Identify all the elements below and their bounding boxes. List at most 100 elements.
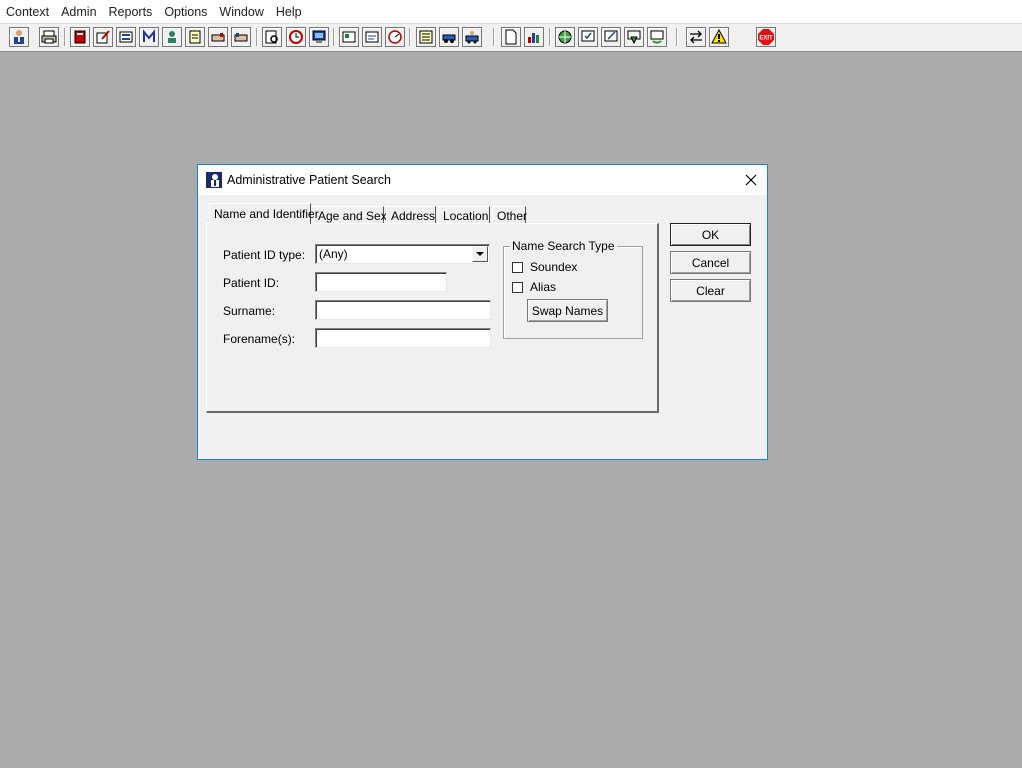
exit-icon: EXIT <box>758 29 774 45</box>
menu-admin[interactable]: Admin <box>55 0 102 23</box>
toolbar-m-button[interactable] <box>139 27 159 47</box>
menu-help[interactable]: Help <box>270 0 308 23</box>
toolbar-list-button[interactable] <box>416 27 436 47</box>
menu-reports[interactable]: Reports <box>103 0 159 23</box>
alias-label: Alias <box>530 280 557 294</box>
bar-chart-icon <box>528 33 539 43</box>
surname-input[interactable] <box>315 300 491 320</box>
toolbar-globe-button[interactable] <box>555 27 575 47</box>
toolbar-book-button[interactable] <box>70 27 90 47</box>
toolbar-car-person-button[interactable] <box>462 27 482 47</box>
toolbar-edit-button[interactable] <box>93 27 113 47</box>
card-icon <box>342 31 356 43</box>
toolbar-page-button[interactable] <box>501 27 521 47</box>
toolbar-hand-point-button[interactable] <box>231 27 251 47</box>
refresh-green-icon <box>650 30 664 44</box>
toolbar-refresh-button[interactable] <box>647 27 667 47</box>
cancel-button[interactable]: Cancel <box>670 251 751 274</box>
toolbar-exit-button[interactable]: EXIT <box>756 27 776 47</box>
soundex-label: Soundex <box>530 260 578 274</box>
toolbar-search-doc-button[interactable] <box>262 27 282 47</box>
warning-icon <box>711 29 727 44</box>
chevron-down-icon <box>476 251 484 256</box>
tab-name-and-identifier[interactable]: Name and Identifier <box>209 203 319 224</box>
soundex-checkbox[interactable] <box>512 261 523 273</box>
user-icon <box>14 30 24 44</box>
forename-label: Forename(s): <box>223 332 296 346</box>
menu-bar: Context Admin Reports Options Window Hel… <box>0 0 1022 23</box>
alias-option[interactable]: Alias <box>512 280 556 294</box>
patient-id-type-dropdown-button[interactable] <box>472 246 488 262</box>
clock-icon <box>289 30 303 44</box>
patient-id-type-label: Patient ID type: <box>223 248 306 262</box>
swap-names-button[interactable]: Swap Names <box>527 299 608 322</box>
tab-location[interactable]: Location <box>438 206 490 224</box>
menu-context[interactable]: Context <box>0 0 55 23</box>
search-doc-icon <box>265 30 278 44</box>
alias-checkbox[interactable] <box>512 281 523 293</box>
car-person-icon <box>465 31 479 44</box>
tab-address[interactable]: Address <box>386 206 436 224</box>
patient-id-label: Patient ID: <box>223 276 280 290</box>
toolbar-card-edit-button[interactable] <box>362 27 382 47</box>
toolbar-clock-button[interactable] <box>286 27 306 47</box>
soundex-option[interactable]: Soundex <box>512 260 577 274</box>
toolbar-hand-button[interactable] <box>208 27 228 47</box>
car-icon <box>442 34 456 43</box>
letter-m-icon <box>143 29 155 42</box>
toolbar-print-button[interactable] <box>39 27 59 47</box>
toolbar: EXIT <box>0 23 1022 52</box>
tab-other[interactable]: Other <box>492 206 527 224</box>
toolbar-form-check-button[interactable] <box>578 27 598 47</box>
card-edit-icon <box>365 31 379 43</box>
toolbar-chart-button[interactable] <box>524 27 544 47</box>
edit-icon <box>96 30 110 44</box>
clear-button[interactable]: Clear <box>670 279 751 302</box>
toolbar-down-arrow-button[interactable] <box>624 27 644 47</box>
list-icon <box>419 30 433 44</box>
tab-age-and-sex[interactable]: Age and Sex <box>313 206 387 224</box>
close-button[interactable] <box>735 165 767 195</box>
tab-panel-name-and-identifier: Patient ID type: (Any) Patient ID: Surna… <box>206 223 659 413</box>
app-icon <box>206 172 222 188</box>
toolbar-warning-button[interactable] <box>709 27 729 47</box>
toolbar-document-button[interactable] <box>116 27 136 47</box>
gauge-icon <box>388 30 402 44</box>
toolbar-person-button[interactable] <box>162 27 182 47</box>
hand-point-icon <box>234 33 248 42</box>
toolbar-form-edit-button[interactable] <box>601 27 621 47</box>
document-icon <box>119 31 133 43</box>
monitor-icon <box>312 30 326 43</box>
hand-icon <box>211 33 225 42</box>
down-arrow-green-icon <box>627 30 641 45</box>
toolbar-monitor-button[interactable] <box>309 27 329 47</box>
surname-label: Surname: <box>223 304 276 318</box>
menu-window[interactable]: Window <box>213 0 269 23</box>
menu-options[interactable]: Options <box>158 0 213 23</box>
patient-id-type-select[interactable]: (Any) <box>315 244 490 264</box>
printer-icon <box>41 30 57 44</box>
dialog-titlebar: Administrative Patient Search <box>198 165 767 195</box>
swap-icon <box>690 30 702 44</box>
person-icon <box>168 31 176 43</box>
form-edit-icon <box>604 30 618 42</box>
globe-icon <box>558 30 572 44</box>
toolbar-notes-button[interactable] <box>185 27 205 47</box>
patient-id-type-value: (Any) <box>319 247 348 261</box>
ok-button[interactable]: OK <box>670 223 751 246</box>
name-search-type-group: Name Search Type Soundex Alias Swap Name… <box>503 239 643 339</box>
dialog-title: Administrative Patient Search <box>227 173 391 187</box>
notes-icon <box>189 30 201 44</box>
toolbar-gauge-button[interactable] <box>385 27 405 47</box>
page-icon <box>505 29 517 45</box>
toolbar-user-button[interactable] <box>9 27 29 47</box>
close-icon <box>745 174 757 186</box>
exit-label: EXIT <box>759 36 773 42</box>
toolbar-car-button[interactable] <box>439 27 459 47</box>
patient-search-dialog: Administrative Patient Search Name and I… <box>197 164 768 460</box>
toolbar-swap-button[interactable] <box>686 27 706 47</box>
patient-id-input[interactable] <box>315 272 447 292</box>
toolbar-card-button[interactable] <box>339 27 359 47</box>
form-check-icon <box>581 30 595 42</box>
forename-input[interactable] <box>315 328 491 348</box>
